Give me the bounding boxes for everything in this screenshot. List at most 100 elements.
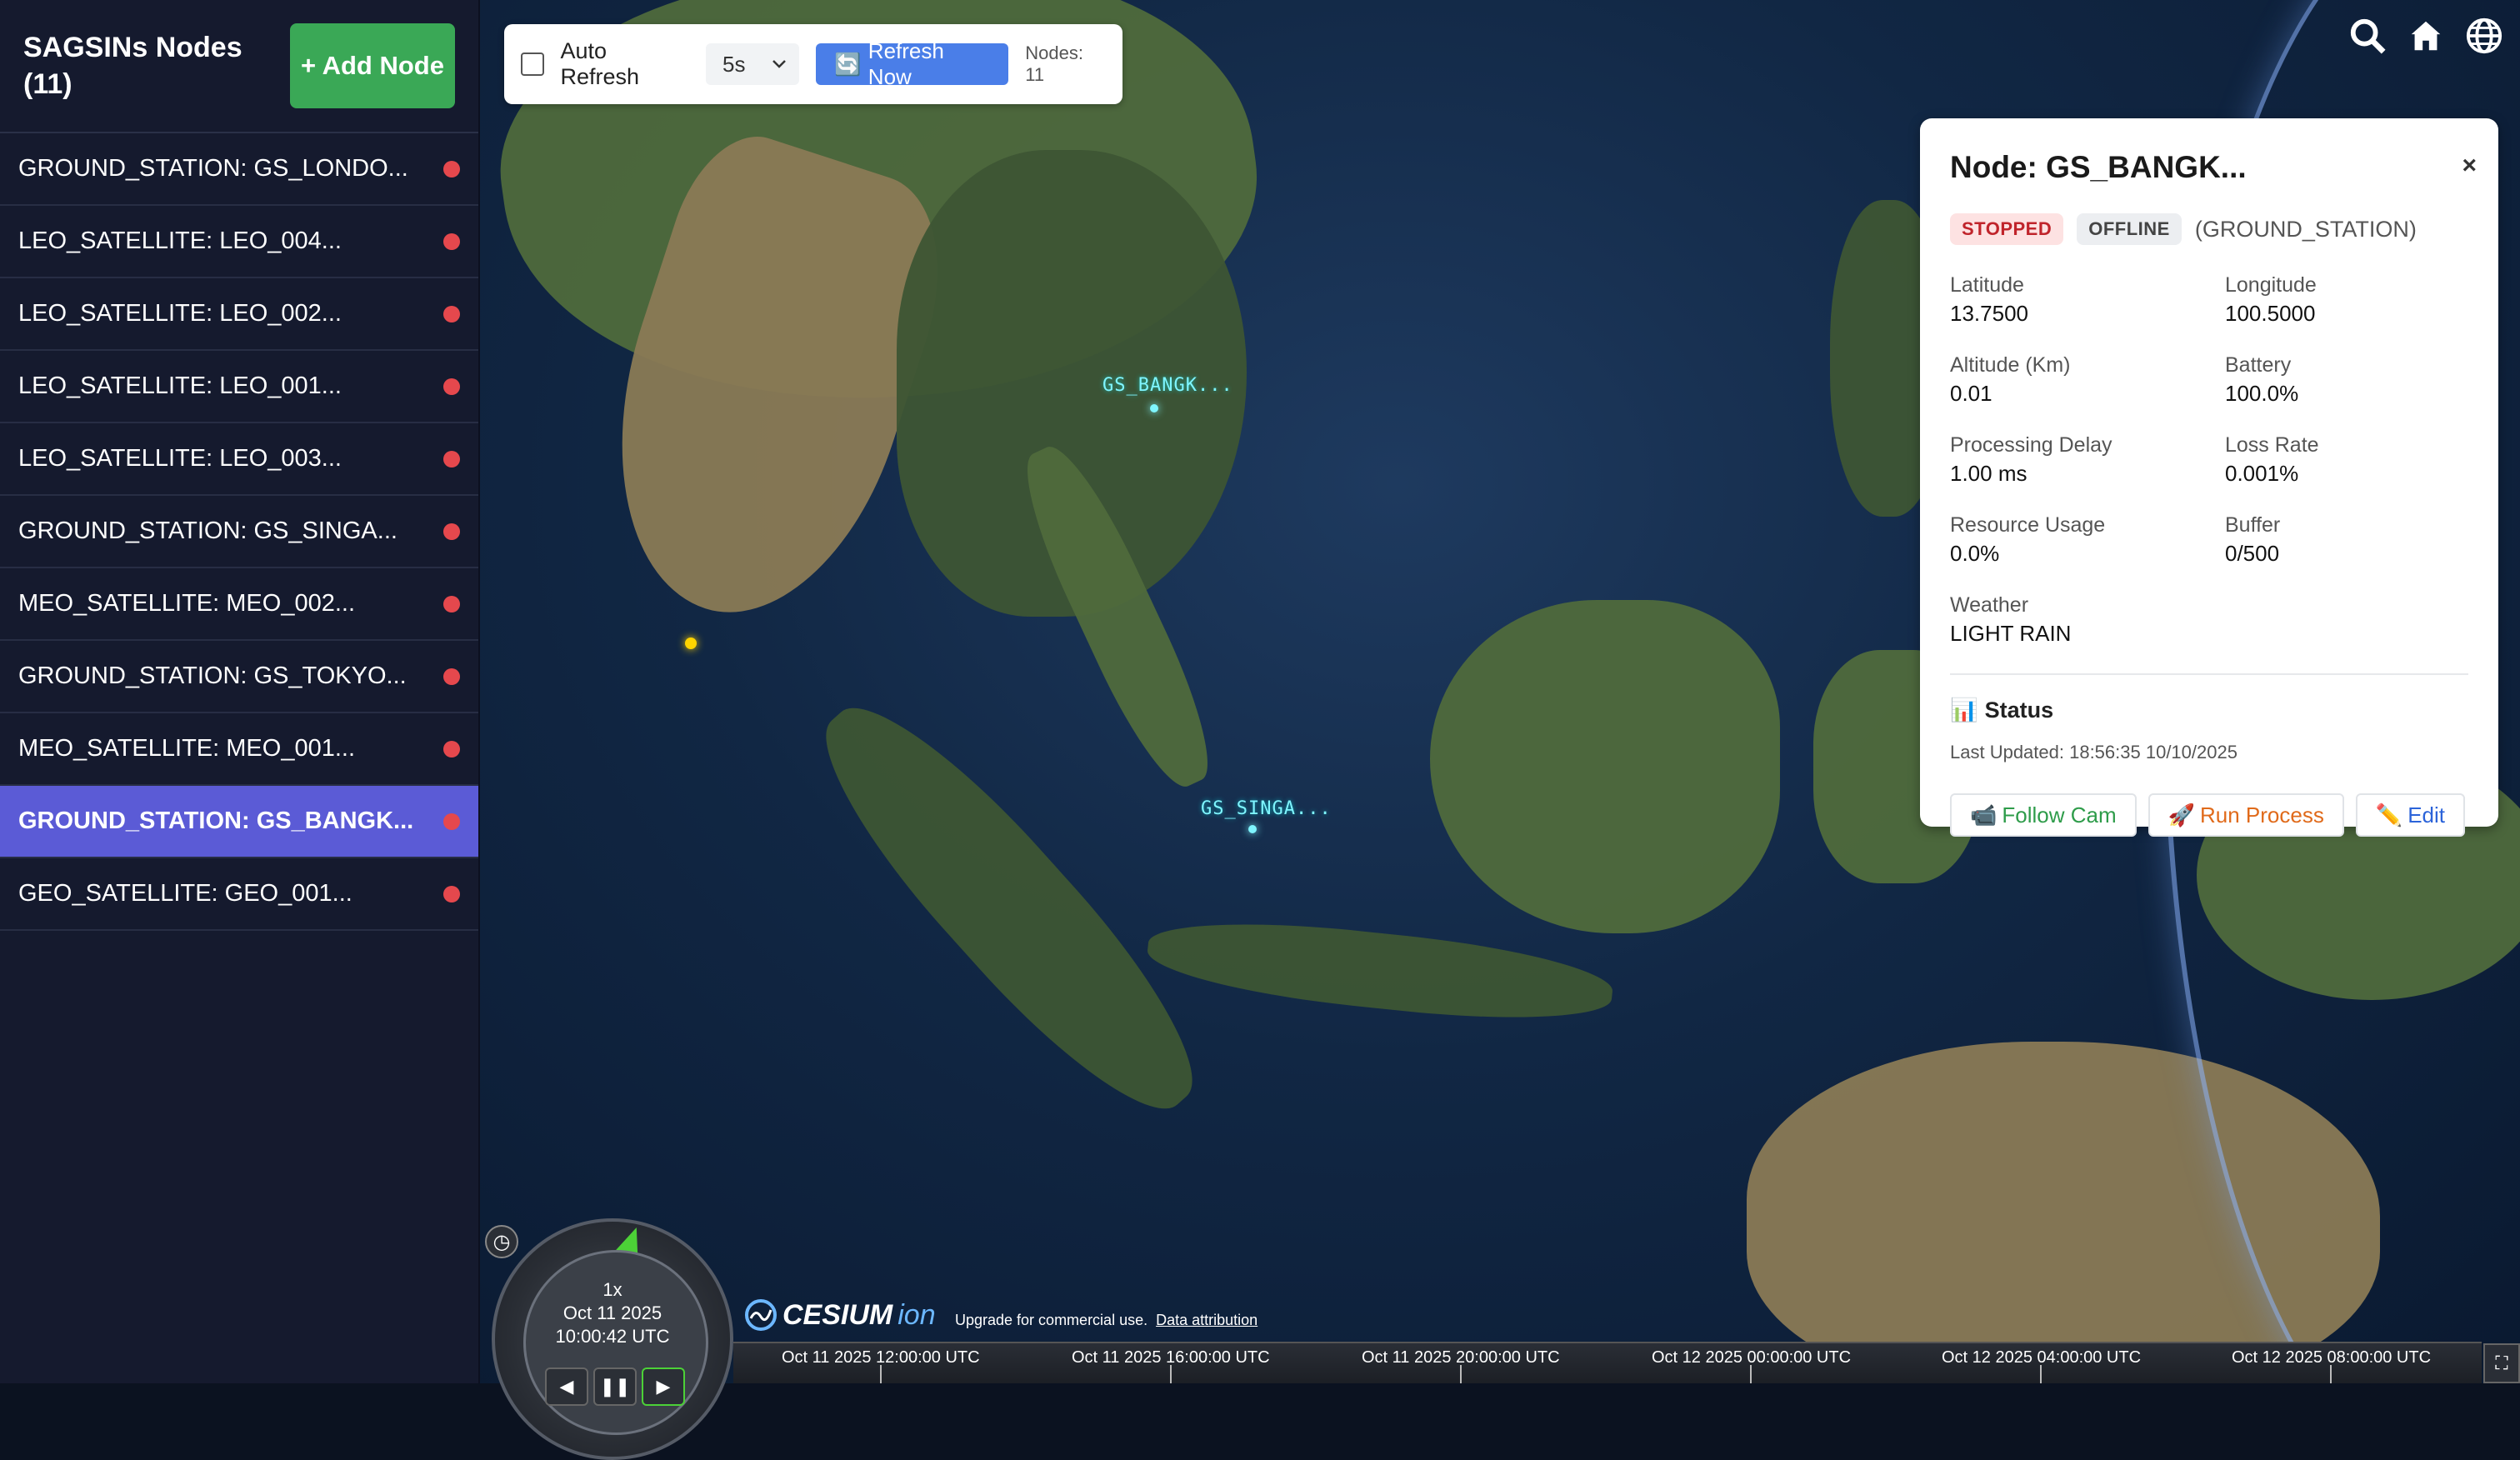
run-process-label: Run Process — [2200, 802, 2324, 828]
panel-divider — [1950, 673, 2468, 675]
metric-longitude: Longitude 100.5000 — [2225, 272, 2475, 328]
metric-value: 0.01 — [1950, 381, 1992, 406]
last-updated: Last Updated: 18:56:35 10/10/2025 — [1950, 742, 2238, 762]
play-icon[interactable]: ▶ — [642, 1368, 685, 1406]
land-mass-borneo — [1430, 600, 1780, 933]
node-item-label: GROUND_STATION: GS_TOKYO... — [18, 662, 407, 689]
clock-speed: 1x — [602, 1279, 622, 1300]
credit-bar: Upgrade for commercial use. Data attribut… — [955, 1312, 1258, 1329]
metric-label: Loss Rate — [2225, 433, 2319, 457]
home-icon[interactable] — [2402, 12, 2450, 60]
edit-label: Edit — [2408, 802, 2446, 828]
clock-icon[interactable]: ◷ — [485, 1225, 518, 1258]
nodes-count: Nodes: 11 — [1025, 42, 1084, 85]
node-item-label: GROUND_STATION: GS_LONDO... — [18, 155, 408, 182]
node-list-item[interactable]: MEO_SATELLITE: MEO_002... — [0, 568, 478, 641]
fullscreen-icon[interactable]: ⛶ — [2483, 1343, 2520, 1383]
ground-station-marker-singapore[interactable] — [1248, 825, 1257, 833]
metric-label: Processing Delay — [1950, 433, 2112, 457]
satellite-marker[interactable] — [685, 638, 697, 649]
metric-value: 0.001% — [2225, 461, 2299, 486]
status-dot-icon — [443, 305, 460, 322]
metric-battery: Battery 100.0% — [2225, 352, 2475, 408]
node-list-item[interactable]: MEO_SATELLITE: MEO_001... — [0, 713, 478, 786]
node-item-label: LEO_SATELLITE: LEO_004... — [18, 228, 342, 254]
cesium-logo[interactable]: CESIUM ion — [744, 1298, 936, 1332]
node-item-label: GROUND_STATION: GS_SINGA... — [18, 518, 398, 544]
chevron-down-icon — [772, 60, 787, 68]
search-icon[interactable] — [2343, 12, 2392, 60]
metric-value: 100.0% — [2225, 381, 2299, 406]
map-label-bangkok[interactable]: GS_BANGK... — [1102, 375, 1233, 396]
status-badge-stopped: STOPPED — [1950, 213, 2064, 245]
refresh-toolbar: Auto Refresh 5s 🔄 Refresh Now Nodes: 11 — [504, 24, 1122, 104]
follow-cam-label: Follow Cam — [2002, 802, 2117, 828]
metric-loss-rate: Loss Rate 0.001% — [2225, 432, 2475, 488]
metric-value: 100.5000 — [2225, 301, 2316, 326]
metric-processing-delay: Processing Delay 1.00 ms — [1950, 432, 2225, 488]
clock-time: 10:00:42 UTC — [555, 1326, 670, 1347]
rocket-icon: 🚀 — [2168, 802, 2195, 828]
globe-icon[interactable] — [2460, 12, 2508, 60]
metric-label: Longitude — [2225, 273, 2317, 297]
node-list-item[interactable]: GROUND_STATION: GS_SINGA... — [0, 496, 478, 568]
node-list-item[interactable]: GROUND_STATION: GS_LONDO... — [0, 133, 478, 206]
metric-altitude: Altitude (Km) 0.01 — [1950, 352, 2225, 408]
node-list-item[interactable]: GEO_SATELLITE: GEO_001... — [0, 858, 478, 931]
land-mass-java — [1143, 908, 1617, 1033]
status-dot-icon — [443, 740, 460, 758]
status-dot-icon — [443, 595, 460, 612]
node-list-item-selected[interactable]: GROUND_STATION: GS_BANGK... — [0, 786, 478, 858]
playback-controls: ◀ ❚❚ ▶ — [545, 1368, 685, 1406]
cesium-logo-icon — [745, 1299, 777, 1331]
node-list: GROUND_STATION: GS_LONDO... LEO_SATELLIT… — [0, 133, 478, 931]
pencil-icon: ✏️ — [2375, 802, 2403, 828]
metric-value: 0/500 — [2225, 541, 2280, 566]
node-item-label: LEO_SATELLITE: LEO_001... — [18, 372, 342, 399]
refresh-interval-select[interactable]: 5s — [706, 43, 800, 85]
cesium-logo-suffix: ion — [898, 1298, 936, 1331]
follow-cam-button[interactable]: 📹 Follow Cam — [1950, 793, 2137, 837]
camera-icon: 📹 — [1970, 802, 1998, 828]
ground-station-marker-bangkok[interactable] — [1150, 404, 1158, 412]
node-list-item[interactable]: LEO_SATELLITE: LEO_002... — [0, 278, 478, 351]
status-badge-offline: OFFLINE — [2077, 213, 2182, 245]
timeline[interactable]: Oct 11 2025 12:00:00 UTC Oct 11 2025 16:… — [733, 1342, 2482, 1383]
panel-title: Node: GS_BANGK... — [1950, 150, 2247, 184]
status-dot-icon — [443, 522, 460, 540]
auto-refresh-checkbox[interactable] — [521, 52, 544, 76]
node-item-label: MEO_SATELLITE: MEO_001... — [18, 735, 356, 762]
metric-label: Latitude — [1950, 273, 2024, 297]
timeline-tick — [1170, 1365, 1172, 1383]
status-dot-icon — [443, 378, 460, 395]
bar-chart-icon: 📊 — [1950, 698, 1978, 722]
node-list-item[interactable]: LEO_SATELLITE: LEO_001... — [0, 351, 478, 423]
panel-actions: 📹 Follow Cam 🚀 Run Process ✏️ Edit — [1950, 793, 2468, 837]
node-list-item[interactable]: GROUND_STATION: GS_TOKYO... — [0, 641, 478, 713]
node-metrics-grid: Latitude 13.7500 Longitude 100.5000 Altitu… — [1950, 272, 2468, 648]
node-item-label: GROUND_STATION: GS_BANGK... — [18, 808, 414, 834]
node-item-label: GEO_SATELLITE: GEO_001... — [18, 880, 352, 907]
metric-label: Resource Usage — [1950, 513, 2106, 537]
status-heading-label: Status — [1984, 697, 2054, 722]
data-attribution-link[interactable]: Data attribution — [1156, 1312, 1258, 1328]
run-process-button[interactable]: 🚀 Run Process — [2148, 793, 2344, 837]
node-type: (GROUND_STATION) — [2194, 216, 2417, 242]
play-reverse-icon[interactable]: ◀ — [545, 1368, 588, 1406]
animation-clock-widget[interactable]: 1x Oct 11 2025 10:00:42 UTC ◀ ❚❚ ▶ — [492, 1218, 733, 1460]
status-dot-icon — [443, 668, 460, 685]
node-list-item[interactable]: LEO_SATELLITE: LEO_003... — [0, 423, 478, 496]
status-heading: 📊 Status — [1950, 697, 2468, 723]
cesium-logo-text: CESIUM — [782, 1298, 893, 1331]
refresh-now-button[interactable]: 🔄 Refresh Now — [816, 38, 1009, 89]
node-item-label: MEO_SATELLITE: MEO_002... — [18, 590, 356, 617]
close-icon[interactable]: × — [2462, 152, 2477, 180]
pause-icon[interactable]: ❚❚ — [593, 1368, 637, 1406]
refresh-interval-value: 5s — [722, 51, 746, 77]
status-dot-icon — [443, 232, 460, 250]
map-label-singapore[interactable]: GS_SINGA... — [1201, 798, 1332, 819]
edit-button[interactable]: ✏️ Edit — [2355, 793, 2466, 837]
status-dot-icon — [443, 160, 460, 178]
add-node-button[interactable]: + Add Node — [290, 23, 455, 108]
node-list-item[interactable]: LEO_SATELLITE: LEO_004... — [0, 206, 478, 278]
